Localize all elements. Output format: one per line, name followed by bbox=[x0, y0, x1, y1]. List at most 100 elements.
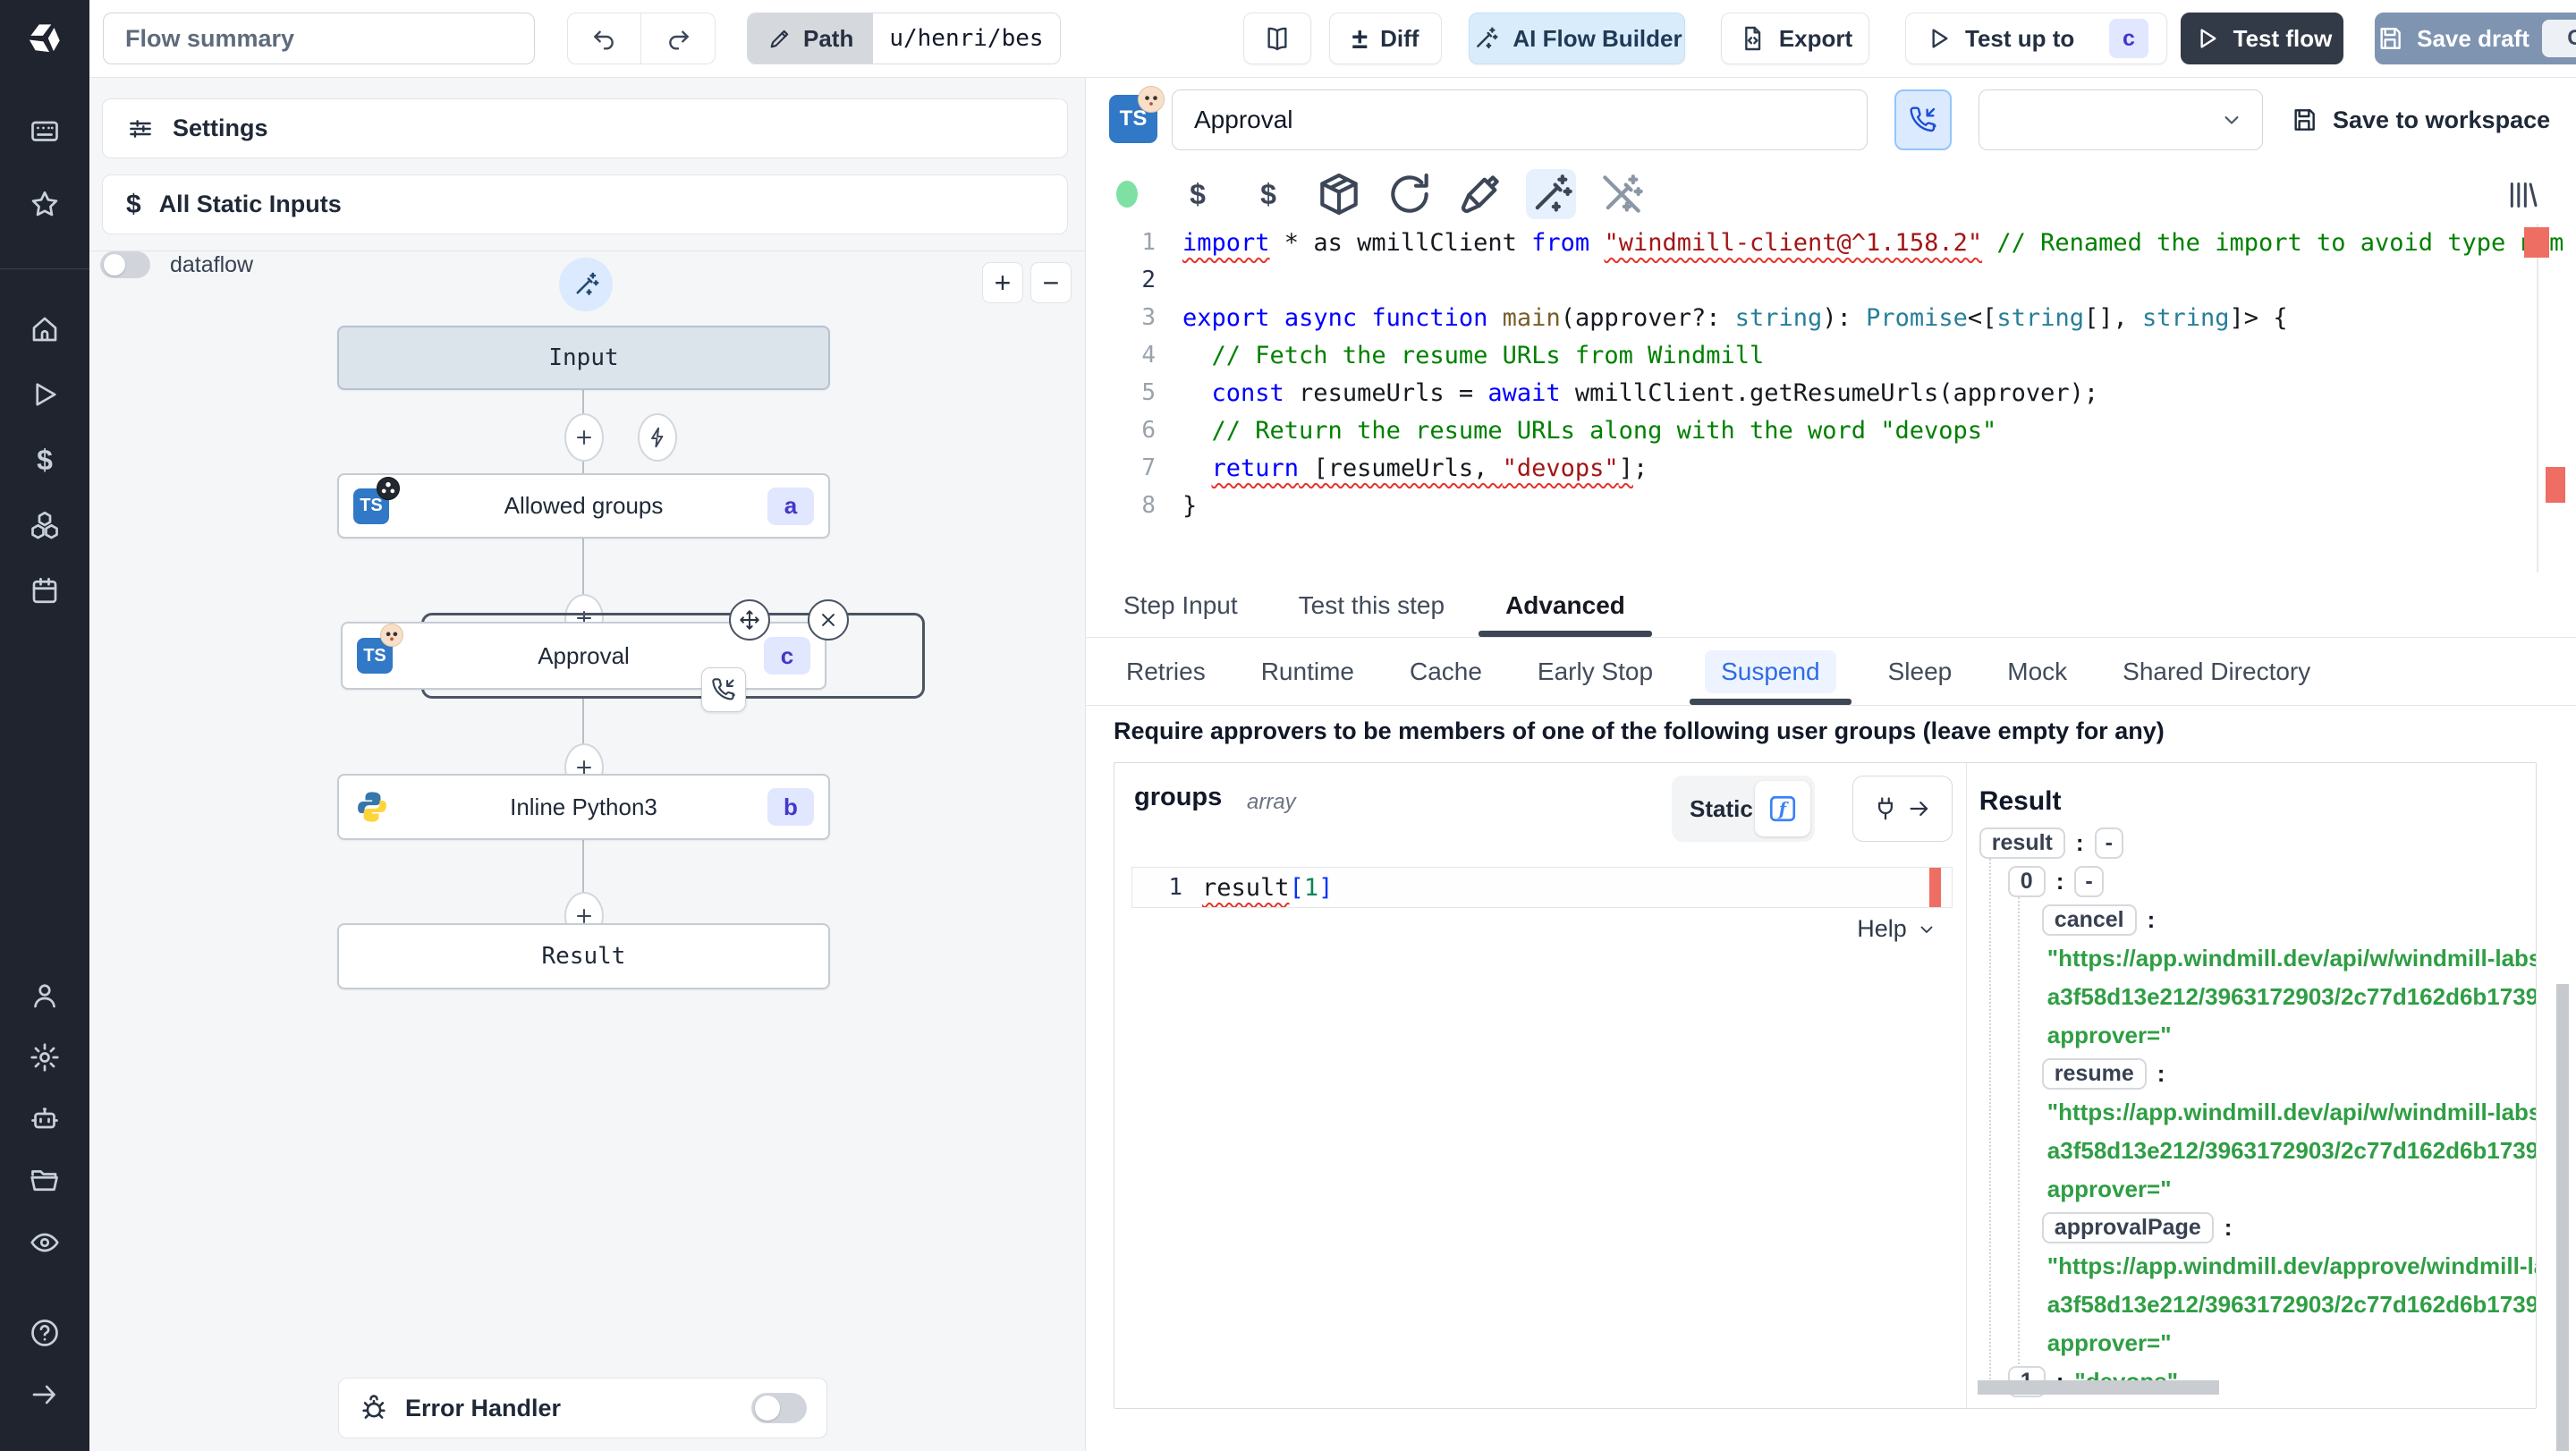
tab-advanced[interactable]: Advanced bbox=[1475, 574, 1656, 637]
code-line[interactable]: 1 import * as wmillClient from "windmill-… bbox=[1086, 224, 2576, 261]
error-handler-card[interactable]: Error Handler bbox=[338, 1378, 827, 1438]
package-icon[interactable] bbox=[1314, 169, 1364, 219]
tab-step-input[interactable]: Step Input bbox=[1093, 574, 1268, 637]
ai-flow-builder-button[interactable]: AI Flow Builder bbox=[1469, 13, 1685, 64]
windmill-logo[interactable] bbox=[0, 0, 89, 77]
suspend-approval-button[interactable] bbox=[1894, 89, 1952, 150]
schedules-icon[interactable] bbox=[29, 574, 61, 607]
save-shortcut-badge: C bbox=[2541, 20, 2576, 57]
result-key-row[interactable]: 0:- bbox=[2007, 862, 2536, 901]
variables-icon[interactable]: $ bbox=[29, 444, 61, 476]
flow-node-allowed-groups[interactable]: TS Allowed groups a bbox=[337, 473, 830, 539]
star-icon[interactable] bbox=[29, 188, 61, 220]
subtab-suspend[interactable]: Suspend bbox=[1681, 638, 1860, 705]
code-line[interactable]: 2 bbox=[1086, 261, 2576, 299]
diff-button[interactable]: ± Diff bbox=[1329, 13, 1442, 64]
dataflow-toggle[interactable] bbox=[100, 251, 150, 278]
vertical-scrollbar[interactable] bbox=[2556, 984, 2569, 1451]
flow-summary-input[interactable]: Flow summary bbox=[103, 13, 535, 64]
flow-settings-card[interactable]: Settings bbox=[102, 98, 1068, 158]
all-static-inputs-card[interactable]: $ All Static Inputs bbox=[102, 174, 1068, 234]
settings-icon[interactable] bbox=[29, 1041, 61, 1073]
zoom-in-button[interactable]: + bbox=[982, 262, 1023, 303]
ai-gen-off-icon[interactable] bbox=[1597, 169, 1647, 219]
path-control[interactable]: Path u/henri/bes bbox=[747, 13, 1061, 64]
subtab-runtime[interactable]: Runtime bbox=[1233, 638, 1382, 705]
redo-button[interactable] bbox=[641, 13, 716, 64]
test-up-to-step-badge: c bbox=[2109, 19, 2148, 58]
audit-icon[interactable] bbox=[29, 1226, 61, 1259]
code-line[interactable]: 5 const resumeUrls = await wmillClient.g… bbox=[1086, 374, 2576, 412]
expand-icon[interactable] bbox=[29, 1379, 61, 1411]
test-flow-button[interactable]: Test flow bbox=[2181, 13, 2343, 64]
delete-node-button[interactable] bbox=[808, 599, 849, 641]
static-toggle[interactable]: Static f bbox=[1672, 776, 1815, 842]
code-line[interactable]: 3 export async function main(approver?: s… bbox=[1086, 299, 2576, 336]
suspend-indicator-button[interactable] bbox=[701, 667, 746, 712]
step-tabs: Step Input Test this step Advanced bbox=[1086, 574, 2576, 638]
subtab-sleep[interactable]: Sleep bbox=[1860, 638, 1980, 705]
reset-icon[interactable] bbox=[1385, 169, 1435, 219]
path-value[interactable]: u/henri/bes bbox=[873, 13, 1060, 64]
app-switcher-icon[interactable] bbox=[29, 115, 61, 147]
home-icon[interactable] bbox=[29, 313, 61, 345]
folders-icon[interactable] bbox=[29, 1165, 61, 1197]
collapse-button[interactable]: - bbox=[2094, 827, 2123, 859]
add-step-button[interactable] bbox=[564, 413, 604, 462]
code-line[interactable]: 4 // Fetch the resume URLs from Windmill bbox=[1086, 336, 2576, 374]
docs-button[interactable] bbox=[1243, 13, 1311, 64]
result-key-row[interactable]: resume: bbox=[2041, 1055, 2536, 1093]
result-key-row[interactable]: approvalPage: bbox=[2041, 1209, 2536, 1247]
flow-node-inline-python[interactable]: Inline Python3 b bbox=[337, 774, 830, 840]
static-inputs-icon[interactable]: $ bbox=[1243, 169, 1293, 219]
suspend-heading: Require approvers to be members of one o… bbox=[1114, 717, 2165, 744]
resources-icon[interactable] bbox=[29, 509, 61, 541]
format-icon[interactable] bbox=[1455, 169, 1505, 219]
error-handler-toggle[interactable] bbox=[751, 1393, 807, 1423]
flow-node-result[interactable]: Result bbox=[337, 923, 830, 989]
expression-mode-button[interactable]: f bbox=[1755, 781, 1810, 836]
collapse-button[interactable]: - bbox=[2074, 866, 2104, 897]
result-key-row[interactable]: result: - bbox=[1979, 824, 2536, 862]
subtab-mock[interactable]: Mock bbox=[1979, 638, 2095, 705]
save-draft-button[interactable]: Save draft C bbox=[2375, 13, 2576, 64]
step-name-input[interactable]: Approval bbox=[1172, 89, 1868, 150]
subtab-cache[interactable]: Cache bbox=[1382, 638, 1510, 705]
user-icon[interactable] bbox=[29, 980, 61, 1012]
move-node-button[interactable] bbox=[729, 599, 770, 641]
test-up-to-button[interactable]: Test up to c bbox=[1905, 13, 2167, 64]
code-line[interactable]: 8} bbox=[1086, 487, 2576, 524]
arrow-right-icon bbox=[1906, 795, 1933, 822]
subtab-retries[interactable]: Retries bbox=[1098, 638, 1233, 705]
trigger-button[interactable] bbox=[638, 413, 677, 462]
step-id-badge: b bbox=[767, 788, 814, 826]
code-editor[interactable]: 1 import * as wmillClient from "windmill-… bbox=[1086, 224, 2576, 573]
workers-icon[interactable] bbox=[29, 1103, 61, 1135]
code-line[interactable]: 7 return [resumeUrls, "devops"]; bbox=[1086, 449, 2576, 487]
groups-expression-editor[interactable]: 1 result[1] bbox=[1131, 867, 1953, 908]
export-button[interactable]: Export bbox=[1721, 13, 1869, 64]
pencil-icon bbox=[767, 26, 792, 51]
ai-gen-icon[interactable] bbox=[1526, 169, 1576, 219]
step-id-badge: c bbox=[764, 637, 810, 675]
save-to-workspace-button[interactable]: Save to workspace bbox=[2290, 97, 2550, 143]
variables-icon[interactable]: $ bbox=[1173, 169, 1223, 219]
library-icon[interactable] bbox=[2504, 177, 2540, 213]
divider bbox=[89, 250, 1085, 251]
code-line[interactable]: 6 // Return the resume URLs along with t… bbox=[1086, 412, 2576, 449]
undo-button[interactable] bbox=[567, 13, 641, 64]
result-key-row[interactable]: cancel: bbox=[2041, 901, 2536, 939]
tag-select[interactable] bbox=[1979, 89, 2263, 150]
connect-input-button[interactable] bbox=[1852, 776, 1953, 842]
help-dropdown[interactable]: Help bbox=[1857, 915, 1937, 943]
zoom-out-button[interactable]: − bbox=[1030, 262, 1072, 303]
subtab-shared-directory[interactable]: Shared Directory bbox=[2095, 638, 2338, 705]
error-handler-label: Error Handler bbox=[405, 1394, 562, 1421]
runs-icon[interactable] bbox=[29, 378, 61, 411]
help-icon[interactable] bbox=[29, 1317, 61, 1349]
subtab-early-stop[interactable]: Early Stop bbox=[1510, 638, 1681, 705]
ai-assist-button[interactable] bbox=[559, 258, 613, 311]
tab-test-this-step[interactable]: Test this step bbox=[1268, 574, 1475, 637]
flow-node-input[interactable]: Input bbox=[337, 326, 830, 390]
horizontal-scrollbar[interactable] bbox=[1977, 1380, 2219, 1395]
